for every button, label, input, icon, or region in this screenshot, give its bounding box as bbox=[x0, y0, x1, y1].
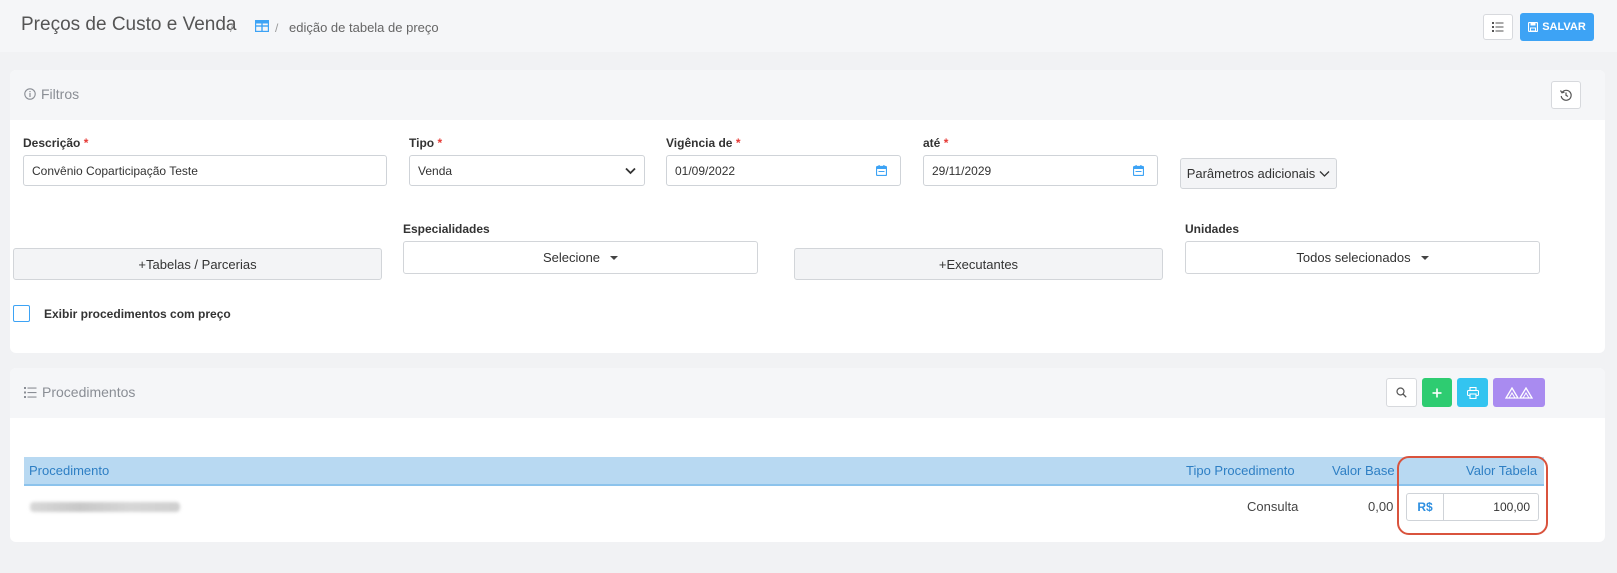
executantes-label: Executantes bbox=[946, 256, 1019, 272]
tipo-select-value: Venda bbox=[418, 163, 453, 178]
ate-input[interactable]: 29/11/2029 bbox=[923, 155, 1121, 186]
list-icon bbox=[24, 386, 37, 398]
procedures-header: Procedimentos bbox=[10, 368, 1605, 418]
unidades-value: Todos selecionados bbox=[1296, 250, 1411, 265]
unidades-select[interactable]: Todos selecionados bbox=[1185, 241, 1540, 274]
triangles-icon bbox=[1505, 386, 1533, 399]
ate-calendar-button[interactable] bbox=[1120, 155, 1158, 186]
chevron-down-icon bbox=[1319, 170, 1330, 177]
filters-header: Filtros bbox=[10, 70, 1605, 120]
caret-down-icon bbox=[1420, 255, 1429, 260]
filters-panel: Filtros bbox=[10, 70, 1605, 353]
exibir-procedimentos-label: Exibir procedimentos com preço bbox=[44, 307, 231, 321]
procedures-title-label: Procedimentos bbox=[42, 384, 136, 400]
list-view-button[interactable] bbox=[1483, 14, 1513, 40]
search-button[interactable] bbox=[1386, 378, 1417, 407]
filters-title-label: Filtros bbox=[41, 86, 80, 102]
highlight-annotation bbox=[1397, 456, 1548, 535]
especialidades-label: Especialidades bbox=[403, 222, 490, 236]
history-button[interactable] bbox=[1551, 81, 1581, 109]
save-button[interactable]: SALVAR bbox=[1520, 13, 1594, 41]
tipo-select[interactable]: Venda bbox=[409, 155, 645, 186]
save-label: SALVAR bbox=[1542, 21, 1586, 33]
row-tipo-procedimento: Consulta bbox=[1247, 499, 1299, 514]
parametros-adicionais-button[interactable]: Parâmetros adicionais bbox=[1180, 158, 1337, 189]
info-icon bbox=[24, 88, 36, 100]
breadcrumb-separator: / bbox=[230, 21, 234, 35]
parametros-label: Parâmetros adicionais bbox=[1186, 166, 1316, 181]
plus-icon bbox=[1432, 388, 1442, 397]
descricao-input[interactable]: Convênio Coparticipação Teste bbox=[23, 155, 387, 186]
breadcrumb-current: edição de tabela de preço bbox=[289, 20, 439, 35]
tabelas-parcerias-button[interactable]: + Tabelas / Parcerias bbox=[13, 248, 382, 280]
search-icon bbox=[1396, 387, 1407, 398]
page-title: Preços de Custo e Venda bbox=[21, 14, 237, 35]
plus-icon: + bbox=[138, 256, 147, 272]
col-valor-base[interactable]: Valor Base bbox=[1332, 463, 1395, 478]
procedures-panel: Procedimentos bbox=[10, 368, 1605, 542]
list-icon bbox=[1492, 22, 1504, 32]
plus-icon: + bbox=[938, 256, 947, 272]
vigencia-input[interactable]: 01/09/2022 bbox=[666, 155, 864, 186]
exibir-procedimentos-checkbox[interactable] bbox=[13, 305, 30, 322]
procedures-title: Procedimentos bbox=[24, 384, 135, 400]
calendar-icon bbox=[1133, 165, 1144, 176]
chevron-down-icon bbox=[625, 167, 636, 175]
descricao-label: Descrição * bbox=[23, 136, 89, 150]
especialidades-value: Selecione bbox=[542, 250, 601, 265]
especialidades-select[interactable]: Selecione bbox=[403, 241, 758, 274]
vigencia-label: Vigência de * bbox=[666, 136, 741, 150]
print-button[interactable] bbox=[1457, 378, 1488, 407]
tipo-label: Tipo * bbox=[409, 136, 443, 150]
tabelas-label: Tabelas / Parcerias bbox=[146, 256, 257, 272]
ate-label: até * bbox=[923, 136, 949, 150]
vigencia-calendar-button[interactable] bbox=[863, 155, 901, 186]
add-button[interactable] bbox=[1422, 378, 1452, 407]
breadcrumb-separator: / bbox=[275, 21, 279, 35]
col-procedimento[interactable]: Procedimento bbox=[29, 463, 109, 478]
row-valor-base: 0,00 bbox=[1368, 499, 1394, 514]
floppy-disk-icon bbox=[1528, 22, 1539, 32]
grid-icon[interactable] bbox=[255, 20, 269, 32]
print-icon bbox=[1466, 386, 1479, 399]
history-icon bbox=[1559, 89, 1572, 101]
caret-down-icon bbox=[610, 255, 619, 260]
table-header: Procedimento Tipo Procedimento Valor Bas… bbox=[24, 457, 1544, 486]
top-bar: Preços de Custo e Venda / / edição de ta… bbox=[0, 0, 1617, 52]
col-tipo-procedimento[interactable]: Tipo Procedimento bbox=[1186, 463, 1295, 478]
procedure-name-redacted bbox=[30, 502, 180, 512]
calendar-icon bbox=[876, 165, 887, 176]
executantes-button[interactable]: + Executantes bbox=[794, 248, 1163, 280]
bulk-edit-button[interactable] bbox=[1493, 378, 1545, 407]
unidades-label: Unidades bbox=[1185, 222, 1240, 236]
filters-title: Filtros bbox=[24, 86, 79, 102]
